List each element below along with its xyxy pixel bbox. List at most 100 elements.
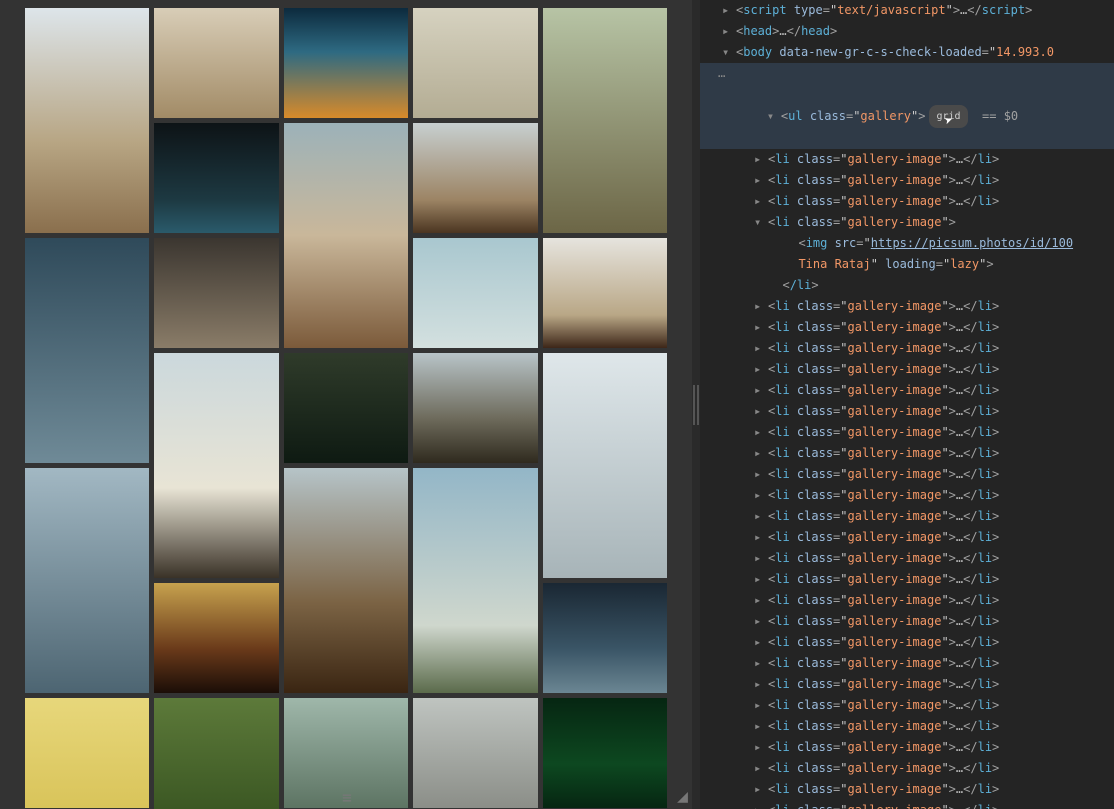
gallery-image[interactable] xyxy=(284,123,408,348)
dom-node-li[interactable]: ▸<li class="gallery-image">…</li> xyxy=(700,569,1114,590)
dom-node-li[interactable]: ▸<li class="gallery-image">…</li> xyxy=(700,779,1114,800)
gallery-image[interactable] xyxy=(284,468,408,693)
expand-toggle[interactable]: ▸ xyxy=(754,149,764,170)
gallery-image[interactable] xyxy=(413,468,537,693)
dom-node-li[interactable]: ▸<li class="gallery-image">…</li> xyxy=(700,338,1114,359)
dom-node-li[interactable]: ▸<li class="gallery-image">…</li> xyxy=(700,422,1114,443)
gallery-image[interactable] xyxy=(413,238,537,348)
dom-node-li[interactable]: ▸<li class="gallery-image">…</li> xyxy=(700,506,1114,527)
dom-node-li[interactable]: ▸<li class="gallery-image">…</li> xyxy=(700,632,1114,653)
gallery-image[interactable] xyxy=(543,238,667,348)
gallery-image[interactable] xyxy=(413,353,537,463)
dom-node-li[interactable]: ▸<li class="gallery-image">…</li> xyxy=(700,716,1114,737)
dom-node-li[interactable]: ▸<li class="gallery-image">…</li> xyxy=(700,758,1114,779)
expand-toggle[interactable]: ▸ xyxy=(754,611,764,632)
dom-node-li[interactable]: ▸<li class="gallery-image">…</li> xyxy=(700,695,1114,716)
expand-toggle[interactable]: ▸ xyxy=(754,380,764,401)
gallery-image[interactable] xyxy=(25,698,149,808)
dom-node-li[interactable]: ▸<li class="gallery-image">…</li> xyxy=(700,611,1114,632)
expand-toggle[interactable]: ▸ xyxy=(754,296,764,317)
expand-toggle[interactable]: ▸ xyxy=(754,758,764,779)
dom-node-img[interactable]: <img src="https://picsum.photos/id/100 xyxy=(700,233,1114,254)
dom-node-head[interactable]: ▸<head>…</head> xyxy=(700,21,1114,42)
gallery-image[interactable] xyxy=(543,8,667,233)
gallery-image[interactable] xyxy=(154,123,278,233)
dom-node-li[interactable]: ▸<li class="gallery-image">…</li> xyxy=(700,401,1114,422)
page-preview[interactable]: ≡ ◢ xyxy=(0,0,692,809)
dom-node-li[interactable]: ▸<li class="gallery-image">…</li> xyxy=(700,359,1114,380)
expand-toggle[interactable]: ▸ xyxy=(754,170,764,191)
expand-toggle[interactable]: ▸ xyxy=(754,422,764,443)
row-actions-icon[interactable]: ⋯ xyxy=(718,66,726,87)
expand-toggle[interactable]: ▸ xyxy=(754,338,764,359)
gallery-image[interactable] xyxy=(154,583,278,693)
expand-toggle[interactable]: ▸ xyxy=(722,21,732,42)
expand-toggle[interactable]: ▸ xyxy=(754,485,764,506)
collapse-toggle[interactable]: ▾ xyxy=(754,212,764,233)
gallery-image[interactable] xyxy=(25,468,149,693)
dom-node-li[interactable]: ▸<li class="gallery-image">…</li> xyxy=(700,443,1114,464)
gallery-image[interactable] xyxy=(543,698,667,808)
dom-node-li[interactable]: ▸<li class="gallery-image">…</li> xyxy=(700,800,1114,809)
dom-node-li[interactable]: ▸<li class="gallery-image">…</li> xyxy=(700,191,1114,212)
gallery-image[interactable] xyxy=(25,238,149,463)
dom-node-li[interactable]: ▸<li class="gallery-image">…</li> xyxy=(700,527,1114,548)
pane-splitter[interactable] xyxy=(692,0,700,809)
dom-node-li[interactable]: ▸<li class="gallery-image">…</li> xyxy=(700,485,1114,506)
expand-toggle[interactable]: ▸ xyxy=(754,359,764,380)
expand-toggle[interactable]: ▸ xyxy=(754,317,764,338)
gallery-image[interactable] xyxy=(154,353,278,578)
expand-toggle[interactable]: ▸ xyxy=(754,527,764,548)
dom-node-li[interactable]: ▸<li class="gallery-image">…</li> xyxy=(700,380,1114,401)
resize-handle-bottom[interactable]: ≡ xyxy=(342,788,350,807)
expand-toggle[interactable]: ▸ xyxy=(754,695,764,716)
expand-toggle[interactable]: ▸ xyxy=(754,653,764,674)
gallery-image[interactable] xyxy=(543,353,667,578)
gallery-image[interactable] xyxy=(413,8,537,118)
dom-node-li[interactable]: ▸<li class="gallery-image">…</li> xyxy=(700,653,1114,674)
collapse-toggle[interactable]: ▾ xyxy=(722,42,732,63)
gallery-image[interactable] xyxy=(154,698,278,809)
resize-handle-corner[interactable]: ◢ xyxy=(677,786,688,807)
dom-node-li-close[interactable]: </li> xyxy=(700,275,1114,296)
dom-node-li[interactable]: ▸<li class="gallery-image">…</li> xyxy=(700,149,1114,170)
dom-node-li[interactable]: ▸<li class="gallery-image">…</li> xyxy=(700,548,1114,569)
expand-toggle[interactable]: ▸ xyxy=(754,191,764,212)
dom-node-li[interactable]: ▸<li class="gallery-image">…</li> xyxy=(700,296,1114,317)
dom-node-ul-selected[interactable]: ⋯ ▾<ul class="gallery">grid➤ == $0 xyxy=(700,63,1114,149)
gallery-image[interactable] xyxy=(413,698,537,808)
dom-node-li[interactable]: ▸<li class="gallery-image">…</li> xyxy=(700,674,1114,695)
dom-node-img-cont[interactable]: Tina Rataj" loading="lazy"> xyxy=(700,254,1114,275)
dom-node-body[interactable]: ▾<body data-new-gr-c-s-check-loaded="14.… xyxy=(700,42,1114,63)
expand-toggle[interactable]: ▸ xyxy=(754,779,764,800)
collapse-toggle[interactable]: ▾ xyxy=(767,106,777,127)
gallery-image[interactable] xyxy=(543,583,667,693)
expand-toggle[interactable]: ▸ xyxy=(754,464,764,485)
dom-node-li[interactable]: ▸<li class="gallery-image">…</li> xyxy=(700,170,1114,191)
expand-toggle[interactable]: ▸ xyxy=(754,401,764,422)
dom-node-li[interactable]: ▸<li class="gallery-image">…</li> xyxy=(700,317,1114,338)
gallery-image[interactable] xyxy=(154,8,278,118)
expand-toggle[interactable]: ▸ xyxy=(754,632,764,653)
expand-toggle[interactable]: ▸ xyxy=(754,590,764,611)
dom-node-script[interactable]: ▸<script type="text/javascript">…</scrip… xyxy=(700,0,1114,21)
dom-node-li[interactable]: ▸<li class="gallery-image">…</li> xyxy=(700,590,1114,611)
gallery-image[interactable] xyxy=(25,8,149,233)
expand-toggle[interactable]: ▸ xyxy=(754,800,764,809)
dom-node-li[interactable]: ▸<li class="gallery-image">…</li> xyxy=(700,737,1114,758)
dom-node-li-expanded[interactable]: ▾<li class="gallery-image"> xyxy=(700,212,1114,233)
expand-toggle[interactable]: ▸ xyxy=(754,674,764,695)
gallery-image[interactable] xyxy=(284,8,408,118)
expand-toggle[interactable]: ▸ xyxy=(754,716,764,737)
expand-toggle[interactable]: ▸ xyxy=(754,737,764,758)
gallery-image[interactable] xyxy=(413,123,537,233)
gallery-image[interactable] xyxy=(154,238,278,348)
expand-toggle[interactable]: ▸ xyxy=(722,0,732,21)
devtools-elements-panel[interactable]: ▸<script type="text/javascript">…</scrip… xyxy=(700,0,1114,809)
grid-badge[interactable]: grid➤ xyxy=(929,105,967,128)
expand-toggle[interactable]: ▸ xyxy=(754,506,764,527)
gallery-image[interactable] xyxy=(284,353,408,463)
expand-toggle[interactable]: ▸ xyxy=(754,548,764,569)
expand-toggle[interactable]: ▸ xyxy=(754,443,764,464)
dom-node-li[interactable]: ▸<li class="gallery-image">…</li> xyxy=(700,464,1114,485)
